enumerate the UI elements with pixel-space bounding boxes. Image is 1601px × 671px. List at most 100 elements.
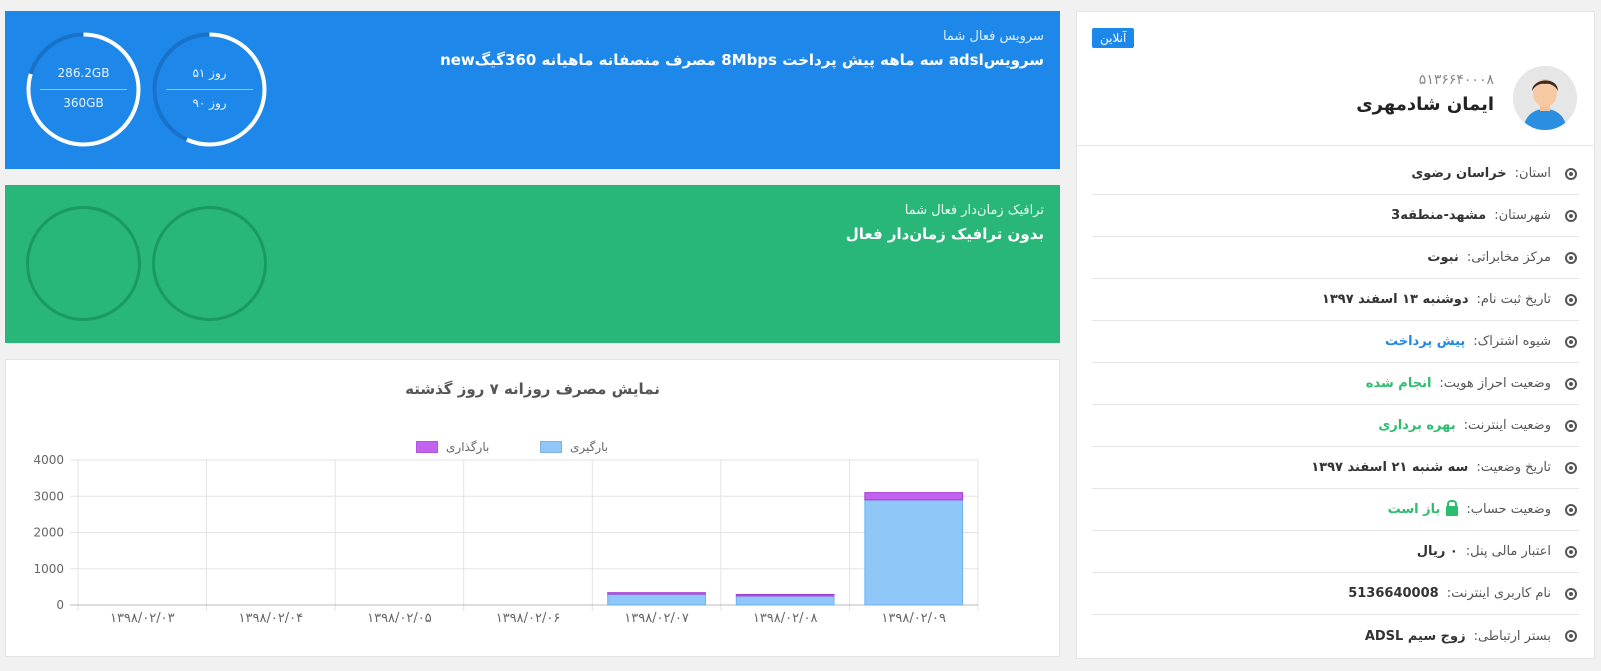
legend-download-label: بارگیری	[570, 440, 609, 454]
service-subtitle: سرویس فعال شما	[942, 29, 1044, 44]
info-value: خراسان رضوی	[1411, 166, 1507, 181]
avatar	[1513, 66, 1577, 130]
info-label: وضعیت حساب:	[1466, 502, 1551, 517]
bullet-icon	[1565, 588, 1577, 600]
info-label: تاریخ ثبت نام:	[1476, 292, 1551, 307]
info-row-province: استان: خراسان رضوی	[1092, 153, 1579, 195]
y-tick-label: 3000	[33, 489, 64, 503]
bullet-icon	[1565, 336, 1577, 348]
bullet-icon	[1565, 504, 1577, 516]
active-service-card: سرویس فعال شما سرویسadsl سه ماهه پیش پرد…	[5, 11, 1060, 169]
timed-traffic-card: ترافیک زمان‌دار فعال شما بدون ترافیک زما…	[5, 185, 1060, 343]
info-row-status-date: تاریخ وضعیت: سه شنبه ۲۱ اسفند ۱۳۹۷	[1092, 447, 1579, 489]
bar-download	[864, 499, 964, 606]
info-label: نام کاربری اینترنت:	[1446, 586, 1551, 601]
user-name: ایمان شادمهری	[1356, 94, 1494, 115]
info-label: وضعیت اینترنت:	[1463, 418, 1551, 433]
daily-usage-chart-card: 0 1000 2000 3000 4000 ۱۳۹۸/۰۲/۰۳ ۱۳۹۸/۰۲/۰۴ ۱۳۹…	[5, 359, 1060, 657]
info-label: بستر ارتباطی:	[1473, 628, 1551, 644]
info-value: پیش پرداخت	[1384, 334, 1466, 349]
bullet-icon	[1565, 420, 1577, 432]
days-progress-ring: ۵۱ روز ۹۰ روز	[152, 32, 267, 147]
profile-info-list: استان: خراسان رضوی شهرستان: مشهد-منطقه3 …	[1092, 153, 1579, 657]
data-total: 360GB	[63, 96, 104, 110]
info-value: دوشنبه ۱۳ اسفند ۱۳۹۷	[1321, 292, 1469, 307]
bullet-icon	[1565, 168, 1577, 180]
info-row-internet-status: وضعیت اینترنت: بهره برداری	[1092, 405, 1579, 447]
info-row-subscription-type: شیوه اشتراک: پیش پرداخت	[1092, 321, 1579, 363]
traffic-subtitle: ترافیک زمان‌دار فعال شما	[904, 203, 1044, 218]
info-label: شیوه اشتراک:	[1473, 334, 1551, 349]
legend-download[interactable]: بارگیری	[540, 440, 608, 454]
info-row-username: نام کاربری اینترنت: 5136640008	[1092, 573, 1579, 615]
y-tick-label: 0	[56, 598, 64, 612]
chart-title: نمایش مصرف روزانه ۷ روز گذشته	[405, 380, 660, 398]
bullet-icon	[1565, 294, 1577, 306]
info-label: اعتبار مالی پنل:	[1465, 544, 1551, 559]
info-value: بهره برداری	[1378, 418, 1456, 433]
info-row-registration-date: تاریخ ثبت نام: دوشنبه ۱۳ اسفند ۱۳۹۷	[1092, 279, 1579, 321]
user-avatar-icon	[1513, 66, 1577, 130]
info-row-account-status: وضعیت حساب: باز است	[1092, 489, 1579, 531]
info-row-exchange: مرکز مخابراتی: نبوت	[1092, 237, 1579, 279]
x-tick-label: ۱۳۹۸/۰۲/۰۹	[881, 611, 946, 626]
info-value: 5136640008	[1348, 586, 1439, 601]
user-phone: ۵۱۳۶۶۴۰۰۰۸	[1418, 72, 1494, 88]
traffic-ring-empty	[152, 206, 267, 321]
x-tick-label: ۱۳۹۸/۰۲/۰۵	[367, 611, 432, 626]
days-used: ۵۱ روز	[192, 66, 227, 80]
y-tick-label: 2000	[33, 526, 64, 540]
info-row-credit: اعتبار مالی پنل: ۰ ریال	[1092, 531, 1579, 573]
divider	[1077, 145, 1594, 146]
legend-download-swatch	[540, 441, 562, 453]
user-profile-panel: آنلاین ۵۱۳۶۶۴۰۰۰۸ ایمان شادمهری استان: خ…	[1076, 11, 1595, 659]
online-status-badge: آنلاین	[1092, 28, 1135, 48]
info-row-connection-medium: بستر ارتباطی: زوج سیم ADSL	[1092, 615, 1579, 657]
x-tick-label: ۱۳۹۸/۰۲/۰۸	[753, 611, 818, 626]
info-value: باز است	[1387, 502, 1441, 517]
data-progress-ring: 286.2GB 360GB	[26, 32, 141, 147]
x-tick-label: ۱۳۹۸/۰۲/۰۳	[110, 611, 175, 626]
x-tick-label: ۱۳۹۸/۰۲/۰۴	[239, 611, 304, 626]
chart-legend: بارگیری بارگذاری	[6, 440, 1059, 456]
bar-upload	[864, 492, 964, 501]
info-value: انجام شده	[1365, 376, 1432, 391]
bullet-icon	[1565, 462, 1577, 474]
info-value: نبوت	[1427, 250, 1459, 265]
bar-upload	[735, 593, 835, 597]
info-label: شهرستان:	[1494, 208, 1551, 223]
info-value: ۰ ریال	[1416, 544, 1458, 559]
info-value: مشهد-منطقه3	[1391, 208, 1487, 223]
bullet-icon	[1565, 210, 1577, 222]
bullet-icon	[1565, 252, 1577, 264]
info-label: استان:	[1514, 166, 1551, 181]
bar-download	[607, 593, 706, 606]
bullet-icon	[1565, 546, 1577, 558]
info-label: مرکز مخابراتی:	[1466, 250, 1551, 265]
info-row-city: شهرستان: مشهد-منطقه3	[1092, 195, 1579, 237]
y-tick-label: 1000	[33, 562, 64, 576]
bullet-icon	[1565, 378, 1577, 390]
traffic-ring-empty	[26, 206, 141, 321]
legend-upload-label: بارگذاری	[446, 440, 490, 454]
bar-upload	[607, 592, 706, 595]
usage-chart: 01000200030004000۱۳۹۸/۰۲/۰۳ ۱۳۹۸/۰۲/۰۴ ۱۳۹…	[33, 453, 979, 626]
ring-divider	[166, 89, 253, 90]
x-tick-label: ۱۳۹۸/۰۲/۰۶	[496, 611, 561, 626]
legend-upload-swatch	[416, 441, 438, 453]
service-title: سرویسadsl سه ماهه پیش پرداخت 8Mbps مصرف …	[440, 51, 1044, 69]
bar-download	[735, 595, 835, 606]
traffic-title: بدون ترافیک زمان‌دار فعال	[845, 225, 1044, 243]
info-value: سه شنبه ۲۱ اسفند ۱۳۹۷	[1311, 460, 1469, 475]
info-label: وضعیت احراز هویت:	[1439, 376, 1551, 391]
info-value: زوج سیم ADSL	[1364, 628, 1466, 644]
x-tick-label: ۱۳۹۸/۰۲/۰۷	[624, 611, 689, 626]
unlock-icon	[1446, 499, 1459, 516]
days-total: ۹۰ روز	[192, 96, 227, 110]
info-label: تاریخ وضعیت:	[1476, 460, 1551, 475]
data-used: 286.2GB	[57, 66, 110, 80]
info-row-identity-status: وضعیت احراز هویت: انجام شده	[1092, 363, 1579, 405]
ring-divider	[40, 89, 127, 90]
legend-upload[interactable]: بارگذاری	[416, 440, 489, 454]
bullet-icon	[1565, 630, 1577, 642]
